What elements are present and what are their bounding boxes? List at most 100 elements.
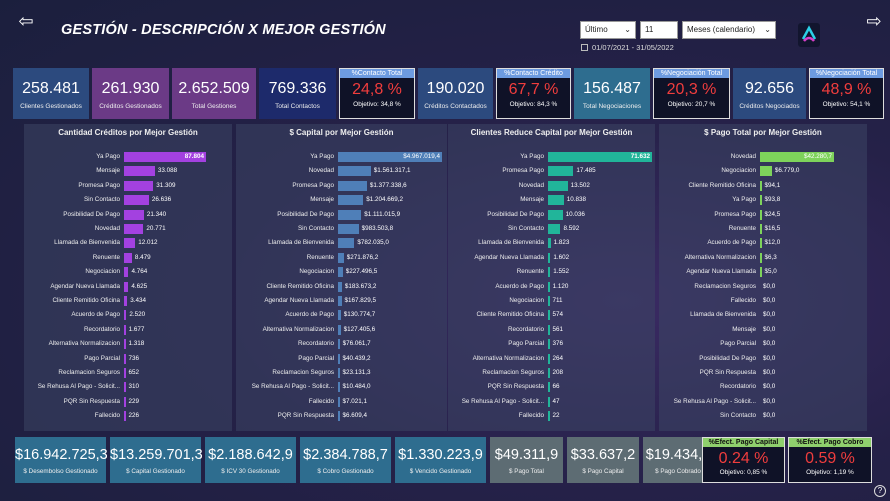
bar[interactable] bbox=[338, 252, 344, 263]
chart-row[interactable]: Negociacion $227.496,5 bbox=[236, 266, 447, 278]
bar[interactable] bbox=[124, 238, 136, 249]
chart-row[interactable]: Mensaje 33.088 bbox=[24, 165, 232, 177]
chart-row[interactable]: Mensaje $1.204.669,2 bbox=[236, 194, 447, 206]
chart-row[interactable]: Recordatorio $76.061,7 bbox=[236, 338, 447, 350]
chart-row[interactable]: Se Rehusa Al Pago - Solicit... $10.484,0 bbox=[236, 381, 447, 393]
bar[interactable] bbox=[760, 209, 762, 220]
bar[interactable] bbox=[124, 396, 126, 407]
chart-row[interactable]: Mensaje $0,0 bbox=[659, 324, 867, 336]
chart-row[interactable]: Fallecido 226 bbox=[24, 410, 232, 422]
chart-row[interactable]: Pago Parcial 376 bbox=[448, 338, 655, 350]
chart-row[interactable]: Acuerdo de Pago $12,0 bbox=[659, 237, 867, 249]
chart-row[interactable]: Pago Parcial $0,0 bbox=[659, 338, 867, 350]
chart-row[interactable]: Recordatorio 1.677 bbox=[24, 324, 232, 336]
bar[interactable] bbox=[124, 296, 128, 306]
bar[interactable] bbox=[548, 296, 550, 306]
bar[interactable] bbox=[124, 353, 126, 364]
bar[interactable] bbox=[338, 368, 340, 378]
bar[interactable] bbox=[548, 368, 550, 378]
bar[interactable] bbox=[548, 339, 550, 350]
chart-row[interactable]: Se Rehusa Al Pago - Solicit... $0,0 bbox=[659, 396, 867, 408]
arrow-left-icon[interactable]: ⇦ bbox=[16, 12, 36, 32]
chart-row[interactable]: Recordatorio 561 bbox=[448, 324, 655, 336]
bar[interactable] bbox=[338, 353, 340, 364]
chart-row[interactable]: Posibilidad De Pago $0,0 bbox=[659, 353, 867, 365]
chart-row[interactable]: Agendar Nueva Llamada $5,0 bbox=[659, 266, 867, 278]
unit-select[interactable]: Meses (calendario) ⌄ bbox=[682, 21, 776, 39]
chart-row[interactable]: Sin Contacto $983.503,8 bbox=[236, 223, 447, 235]
chart-row[interactable]: Sin Contacto 26.636 bbox=[24, 194, 232, 206]
bar[interactable] bbox=[338, 195, 364, 206]
chart-row[interactable]: Cliente Remitido Oficina $183.673,2 bbox=[236, 281, 447, 293]
chart-row[interactable]: PQR Sin Respuesta 66 bbox=[448, 381, 655, 393]
bar[interactable] bbox=[548, 166, 574, 177]
chart-row[interactable]: Agendar Nueva Llamada $167.829,5 bbox=[236, 295, 447, 307]
bar[interactable] bbox=[124, 382, 126, 393]
bar[interactable] bbox=[760, 238, 762, 249]
bar[interactable] bbox=[124, 180, 154, 191]
chart-row[interactable]: Alternativa Normalizacion $127.405,6 bbox=[236, 324, 447, 336]
bar[interactable] bbox=[124, 310, 127, 321]
chart-row[interactable]: Ya Pago $93,8 bbox=[659, 194, 867, 206]
bar[interactable] bbox=[548, 238, 551, 249]
chart-row[interactable]: Pago Parcial 736 bbox=[24, 353, 232, 365]
chart-row[interactable]: Fallecido 22 bbox=[448, 410, 655, 422]
bar[interactable] bbox=[338, 324, 341, 335]
chart-row[interactable]: Promesa Pago $24,5 bbox=[659, 209, 867, 221]
bar[interactable] bbox=[124, 224, 144, 234]
bar[interactable] bbox=[548, 396, 550, 407]
bar[interactable] bbox=[338, 411, 340, 422]
bar[interactable] bbox=[338, 396, 340, 407]
chart-row[interactable]: Cliente Remitido Oficina 3.434 bbox=[24, 295, 232, 307]
chart-row[interactable]: Fallecido $7.021,1 bbox=[236, 396, 447, 408]
chart-row[interactable]: Agendar Nueva Llamada 1.602 bbox=[448, 252, 655, 264]
chart-row[interactable]: Ya Pago 87.804 bbox=[24, 151, 232, 163]
chart-row[interactable]: Reclamacion Seguros $23.131,3 bbox=[236, 367, 447, 379]
arrow-right-icon[interactable]: ⇨ bbox=[864, 12, 884, 32]
count-input[interactable]: 11 bbox=[640, 21, 678, 39]
bar[interactable] bbox=[124, 324, 126, 335]
bar[interactable] bbox=[548, 209, 563, 220]
bar[interactable] bbox=[338, 238, 355, 249]
chart-row[interactable]: Reclamacion Seguros $0,0 bbox=[659, 281, 867, 293]
bar[interactable] bbox=[548, 267, 551, 278]
bar[interactable] bbox=[548, 180, 568, 191]
chart-row[interactable]: PQR Sin Respuesta 229 bbox=[24, 396, 232, 408]
chart-row[interactable]: Posibilidad De Pago 10.036 bbox=[448, 209, 655, 221]
chart-row[interactable]: Llamada de Bienvenida $0,0 bbox=[659, 309, 867, 321]
bar[interactable] bbox=[338, 296, 342, 306]
chart-row[interactable]: Fallecido $0,0 bbox=[659, 295, 867, 307]
chart-row[interactable]: PQR Sin Respuesta $6.609,4 bbox=[236, 410, 447, 422]
chart-row[interactable]: Mensaje 10.838 bbox=[448, 194, 655, 206]
chart-row[interactable]: Ya Pago $4.967.019,4 bbox=[236, 151, 447, 163]
chart-row[interactable]: Renuente $16,5 bbox=[659, 223, 867, 235]
chart-row[interactable]: Renuente 8.479 bbox=[24, 252, 232, 264]
chart-row[interactable]: Alternativa Normalizacion 264 bbox=[448, 353, 655, 365]
chart-row[interactable]: Novedad 20.771 bbox=[24, 223, 232, 235]
chart-row[interactable]: Novedad 13.502 bbox=[448, 180, 655, 192]
chart-row[interactable]: Posibilidad De Pago $1.111.015,9 bbox=[236, 209, 447, 221]
chart-row[interactable]: Cliente Remitido Oficina 574 bbox=[448, 309, 655, 321]
chart-row[interactable]: Sin Contacto 8.592 bbox=[448, 223, 655, 235]
bar[interactable] bbox=[760, 195, 762, 206]
chart-row[interactable]: Renuente 1.552 bbox=[448, 266, 655, 278]
bar[interactable] bbox=[548, 224, 561, 234]
bar[interactable] bbox=[124, 195, 149, 206]
chart-row[interactable]: Promesa Pago 31.309 bbox=[24, 180, 232, 192]
bar[interactable] bbox=[548, 252, 551, 263]
chart-row[interactable]: Negociacion 711 bbox=[448, 295, 655, 307]
chart-row[interactable]: Llamada de Bienvenida $782.035,0 bbox=[236, 237, 447, 249]
bar[interactable] bbox=[338, 339, 340, 350]
chart-row[interactable]: Acuerdo de Pago 1.120 bbox=[448, 281, 655, 293]
bar[interactable] bbox=[124, 411, 126, 422]
bar[interactable] bbox=[760, 252, 762, 263]
bar[interactable] bbox=[548, 411, 550, 422]
chart-row[interactable]: Agendar Nueva Llamada 4.625 bbox=[24, 281, 232, 293]
bar[interactable] bbox=[124, 166, 155, 177]
chart-row[interactable]: Recordatorio $0,0 bbox=[659, 381, 867, 393]
chart-row[interactable]: Llamada de Bienvenida 12.012 bbox=[24, 237, 232, 249]
bar[interactable] bbox=[124, 281, 129, 292]
bar[interactable] bbox=[760, 267, 762, 278]
chart-row[interactable]: Alternativa Normalizacion 1.318 bbox=[24, 338, 232, 350]
bar[interactable] bbox=[338, 281, 342, 292]
